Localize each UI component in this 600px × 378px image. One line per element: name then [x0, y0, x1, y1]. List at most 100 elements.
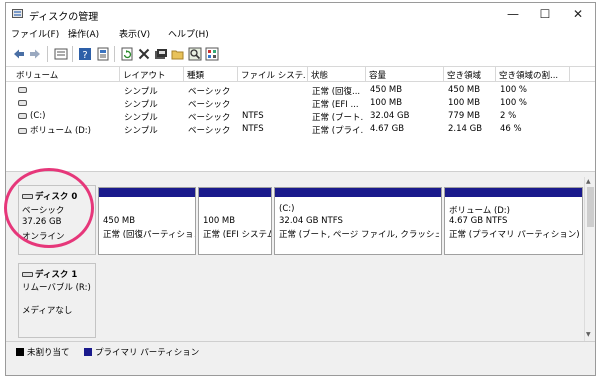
- volume-layout: シンプル: [124, 100, 158, 110]
- volume-list: ボリューム レイアウト 種類 ファイル システム 状態 容量 空き領域 空き領域…: [6, 67, 595, 171]
- disk-icon: [22, 272, 33, 277]
- search-icon[interactable]: [188, 47, 202, 61]
- partition-size: 4.67 GB NTFS: [449, 216, 508, 226]
- partition-d-drive[interactable]: ボリューム (D:) 4.67 GB NTFS 正常 (プライマリ パーティショ…: [444, 187, 583, 255]
- column-header-free-percent[interactable]: 空き領域の割...: [499, 69, 567, 81]
- volume-free-percent: 100 %: [500, 98, 528, 108]
- partition-efi[interactable]: 100 MB 正常 (EFI システム パーティション): [198, 187, 272, 255]
- volume-name: (C:): [30, 111, 46, 121]
- volume-type: ベーシック: [188, 100, 231, 110]
- column-header-capacity[interactable]: 容量: [369, 69, 441, 81]
- disk-1-label[interactable]: ディスク 1 リムーバブル (R:) メディアなし: [18, 263, 96, 338]
- volume-capacity: 4.67 GB: [370, 124, 405, 134]
- disk-0-name: ディスク 0: [35, 192, 78, 202]
- partition-status: 正常 (ブート, ページ ファイル, クラッシュ ダンプ): [279, 230, 439, 240]
- partition-title: (C:): [279, 204, 295, 214]
- column-header-filesystem[interactable]: ファイル システム: [241, 69, 305, 81]
- volume-list-header: ボリューム レイアウト 種類 ファイル システム 状態 容量 空き領域 空き領域…: [6, 67, 595, 82]
- partition-status: 正常 (EFI システム パーティション): [203, 230, 271, 240]
- menu-action[interactable]: 操作(A): [68, 27, 99, 40]
- volume-capacity: 450 MB: [370, 85, 403, 95]
- column-divider[interactable]: [183, 67, 184, 82]
- format-icon[interactable]: [154, 47, 168, 61]
- menu-help[interactable]: ヘルプ(H): [168, 27, 209, 40]
- column-header-layout[interactable]: レイアウト: [123, 69, 181, 81]
- disk-0-state: オンライン: [22, 232, 65, 242]
- back-icon[interactable]: [12, 47, 26, 61]
- volume-capacity: 100 MB: [370, 98, 403, 108]
- volume-row[interactable]: シンプル ベーシック 正常 (EFI ... 100 MB 100 MB 100…: [6, 97, 595, 110]
- volume-free-percent: 46 %: [500, 124, 522, 134]
- disk-icon: [22, 194, 33, 199]
- volume-free-space: 779 MB: [448, 111, 481, 121]
- disk-1-name: ディスク 1: [35, 270, 78, 280]
- drive-icon: [18, 99, 27, 106]
- window-title: ディスクの管理: [29, 12, 99, 23]
- partition-status: 正常 (プライマリ パーティション): [449, 230, 580, 240]
- volume-row[interactable]: (C:) シンプル ベーシック NTFS 正常 (ブート... 32.04 GB…: [6, 110, 595, 123]
- settings-icon[interactable]: [205, 47, 219, 61]
- column-divider[interactable]: [237, 67, 238, 82]
- minimize-button[interactable]: —: [498, 5, 528, 23]
- volume-row[interactable]: シンプル ベーシック 正常 (回復... 450 MB 450 MB 100 %: [6, 84, 595, 97]
- column-header-status[interactable]: 状態: [311, 69, 363, 81]
- refresh-icon[interactable]: [120, 47, 134, 61]
- disk-1-empty-area: [97, 263, 584, 338]
- column-header-free-space[interactable]: 空き領域: [447, 69, 493, 81]
- legend-label-primary: プライマリ パーティション: [95, 348, 200, 358]
- toolbar-separator: [114, 46, 115, 62]
- column-header-volume[interactable]: ボリューム: [16, 69, 116, 81]
- menu-bar: ファイル(F) 操作(A) 表示(V) ヘルプ(H): [6, 25, 595, 41]
- scroll-thumb[interactable]: [587, 187, 594, 227]
- scroll-down-icon[interactable]: ▼: [586, 331, 591, 338]
- disk-1-kind: リムーバブル (R:): [22, 283, 91, 293]
- disk-1-state: メディアなし: [22, 306, 73, 316]
- column-divider[interactable]: [307, 67, 308, 82]
- vertical-scrollbar[interactable]: ▲ ▼: [584, 177, 595, 341]
- partition-c-drive[interactable]: (C:) 32.04 GB NTFS 正常 (ブート, ページ ファイル, クラ…: [274, 187, 442, 255]
- disk-0-label[interactable]: ディスク 0 ベーシック 37.26 GB オンライン: [18, 185, 96, 255]
- volume-type: ベーシック: [188, 87, 231, 97]
- help-icon[interactable]: ?: [78, 47, 92, 61]
- volume-filesystem: NTFS: [242, 124, 264, 134]
- partition-title: ボリューム (D:): [449, 206, 510, 216]
- volume-layout: シンプル: [124, 113, 158, 123]
- legend-swatch-primary: [84, 348, 92, 356]
- volume-layout: シンプル: [124, 126, 158, 136]
- scroll-up-icon[interactable]: ▲: [586, 178, 591, 185]
- column-divider[interactable]: [119, 67, 120, 82]
- open-icon[interactable]: [171, 47, 185, 61]
- maximize-button[interactable]: ☐: [530, 5, 560, 23]
- disk-management-window: ディスクの管理 — ☐ ✕ ファイル(F) 操作(A) 表示(V) ヘルプ(H)…: [5, 2, 596, 376]
- legend-label-unallocated: 未割り当て: [27, 348, 70, 358]
- partition-size: 100 MB: [203, 216, 236, 226]
- disk-0-size: 37.26 GB: [22, 217, 62, 227]
- column-divider[interactable]: [365, 67, 366, 82]
- partition-status: 正常 (回復パーティション): [103, 230, 195, 240]
- properties-icon[interactable]: [96, 47, 110, 61]
- partition-bar: [275, 188, 441, 197]
- column-header-type[interactable]: 種類: [187, 69, 235, 81]
- volume-free-space: 100 MB: [448, 98, 481, 108]
- drive-icon: [18, 112, 27, 119]
- toolbar-separator: [72, 46, 73, 62]
- title-bar: ディスクの管理 — ☐ ✕: [6, 3, 595, 25]
- delete-icon[interactable]: [137, 47, 151, 61]
- forward-icon[interactable]: [28, 47, 42, 61]
- volume-list-icon[interactable]: [54, 47, 68, 61]
- volume-status: 正常 (プライ...: [312, 126, 364, 136]
- disk-0-kind: ベーシック: [22, 206, 65, 216]
- partition-bar: [445, 188, 582, 197]
- disk-view: ディスク 0 ベーシック 37.26 GB オンライン 450 MB 正常 (回…: [6, 177, 595, 341]
- close-button[interactable]: ✕: [563, 5, 593, 23]
- column-divider[interactable]: [495, 67, 496, 82]
- menu-file[interactable]: ファイル(F): [11, 27, 59, 40]
- legend: 未割り当て プライマリ パーティション: [6, 341, 595, 361]
- column-divider[interactable]: [443, 67, 444, 82]
- partition-size: 450 MB: [103, 216, 136, 226]
- menu-view[interactable]: 表示(V): [119, 27, 150, 40]
- column-divider[interactable]: [569, 67, 570, 82]
- partition-recovery[interactable]: 450 MB 正常 (回復パーティション): [98, 187, 196, 255]
- volume-status: 正常 (EFI ...: [312, 100, 359, 110]
- volume-row[interactable]: ボリューム (D:) シンプル ベーシック NTFS 正常 (プライ... 4.…: [6, 123, 595, 136]
